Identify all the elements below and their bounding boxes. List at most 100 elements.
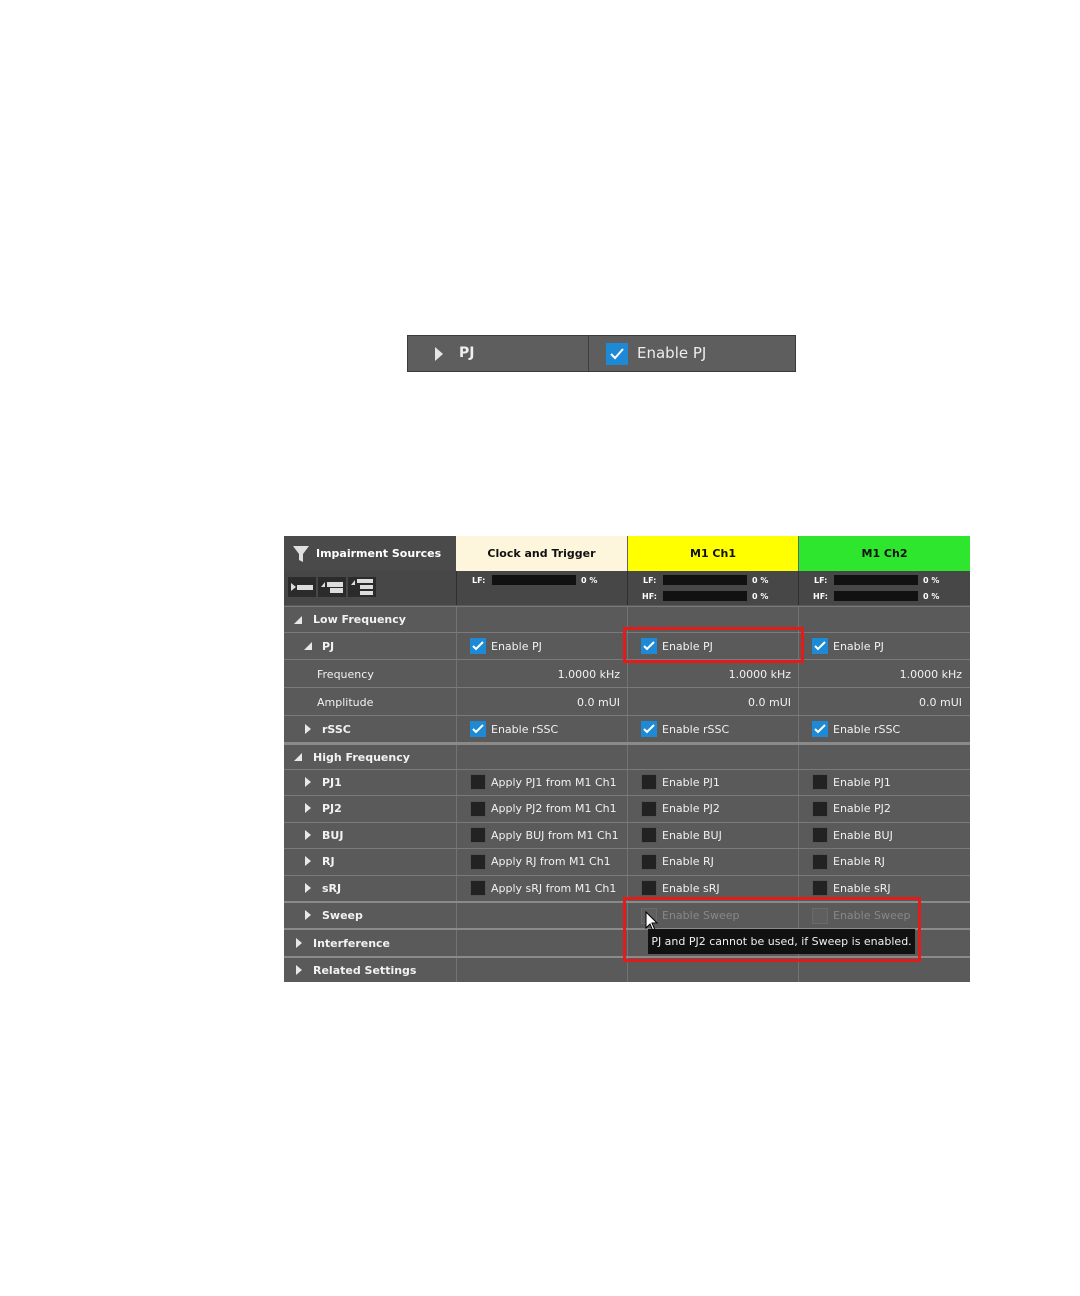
enable-rj-checkbox-ch1[interactable] xyxy=(641,854,657,870)
hf-meter-bar xyxy=(834,591,918,601)
row-label: PJ2 xyxy=(322,802,342,815)
row-pj2: PJ2 Apply PJ2 from M1 Ch1 Enable PJ2 Ena… xyxy=(284,795,970,822)
checkmark-icon xyxy=(814,641,826,651)
checkbox-label: Apply sRJ from M1 Ch1 xyxy=(491,882,617,895)
enable-pj-label: Enable PJ xyxy=(637,344,707,362)
amplitude-value-ch1[interactable]: 0.0 mUI xyxy=(748,696,791,709)
expand-arrow-icon[interactable] xyxy=(305,803,311,813)
apply-rj-checkbox[interactable] xyxy=(470,854,486,870)
frequency-value-clock[interactable]: 1.0000 kHz xyxy=(558,668,620,681)
apply-pj2-checkbox[interactable] xyxy=(470,801,486,817)
row-label: Amplitude xyxy=(317,696,374,709)
enable-pj2-checkbox-ch2[interactable] xyxy=(812,801,828,817)
checkbox-label: Enable sRJ xyxy=(833,882,891,895)
frequency-value-ch1[interactable]: 1.0000 kHz xyxy=(729,668,791,681)
expand-arrow-icon[interactable] xyxy=(305,724,311,734)
highlight-box-pj xyxy=(623,627,804,663)
section-label: Related Settings xyxy=(313,964,417,977)
enable-rssc-checkbox-ch1[interactable] xyxy=(641,721,657,737)
pj-section-cell[interactable]: PJ xyxy=(408,336,589,371)
filter-icon[interactable] xyxy=(292,545,310,563)
expand-arrow-icon[interactable] xyxy=(305,777,311,787)
lf-meter-bar xyxy=(663,575,747,585)
collapse-arrow-icon[interactable] xyxy=(304,642,312,650)
apply-srj-checkbox[interactable] xyxy=(470,880,486,896)
amplitude-value-ch2[interactable]: 0.0 mUI xyxy=(919,696,962,709)
enable-buj-checkbox-ch2[interactable] xyxy=(812,827,828,843)
apply-buj-checkbox[interactable] xyxy=(470,827,486,843)
amplitude-value-clock[interactable]: 0.0 mUI xyxy=(577,696,620,709)
expand-arrow-icon[interactable] xyxy=(296,965,302,975)
panel-title-cell: Impairment Sources xyxy=(284,536,456,571)
row-label: PJ1 xyxy=(322,776,342,789)
enable-pj-checkbox[interactable] xyxy=(606,343,628,365)
row-label: BUJ xyxy=(322,829,344,842)
pj-section-label: PJ xyxy=(459,345,475,361)
column-header-m1-ch1[interactable]: M1 Ch1 xyxy=(627,536,798,571)
checkbox-label: Apply BUJ from M1 Ch1 xyxy=(491,829,619,842)
enable-rssc-checkbox-ch2[interactable] xyxy=(812,721,828,737)
meter-cell-clock-trigger: LF: 0 % xyxy=(456,571,627,605)
checkbox-label: Enable BUJ xyxy=(662,829,722,842)
checkmark-icon xyxy=(610,348,624,360)
expand-arrow-icon[interactable] xyxy=(305,883,311,893)
checkbox-label: Enable PJ2 xyxy=(662,802,720,815)
enable-pj2-checkbox-ch1[interactable] xyxy=(641,801,657,817)
row-frequency: Frequency 1.0000 kHz 1.0000 kHz 1.0000 k… xyxy=(284,659,970,687)
hf-meter-value: 0 % xyxy=(923,592,940,601)
checkmark-icon xyxy=(472,724,484,734)
apply-pj1-checkbox[interactable] xyxy=(470,774,486,790)
hf-meter-bar xyxy=(663,591,747,601)
expand-arrow-icon[interactable] xyxy=(296,938,302,948)
hf-meter-label: HF: xyxy=(642,592,657,601)
checkbox-label: Enable PJ xyxy=(491,640,542,653)
expand-arrow-icon[interactable] xyxy=(305,856,311,866)
enable-buj-checkbox-ch1[interactable] xyxy=(641,827,657,843)
checkmark-icon xyxy=(643,724,655,734)
checkbox-label: Apply RJ from M1 Ch1 xyxy=(491,855,611,868)
checkbox-label: Enable PJ xyxy=(833,640,884,653)
enable-pj1-checkbox-ch1[interactable] xyxy=(641,774,657,790)
checkbox-label: Enable BUJ xyxy=(833,829,893,842)
checkbox-label: Enable rSSC xyxy=(662,723,730,736)
checkbox-label: Enable PJ1 xyxy=(833,776,891,789)
section-label: Interference xyxy=(313,937,391,950)
meter-cell-m1-ch1: LF: 0 % HF: 0 % xyxy=(627,571,798,605)
expand-all-icon[interactable] xyxy=(348,577,376,597)
hf-meter-value: 0 % xyxy=(752,592,769,601)
lf-meter-bar xyxy=(492,575,576,585)
lf-meter-label: LF: xyxy=(643,576,657,585)
expand-arrow-icon[interactable] xyxy=(435,347,443,361)
enable-srj-checkbox-ch1[interactable] xyxy=(641,880,657,896)
row-label: rSSC xyxy=(322,723,351,736)
expand-level-icon[interactable] xyxy=(318,577,346,597)
column-header-clock-trigger[interactable]: Clock and Trigger xyxy=(456,536,627,571)
meter-cell-m1-ch2: LF: 0 % HF: 0 % xyxy=(798,571,970,605)
section-row-high-frequency[interactable]: High Frequency xyxy=(284,742,970,769)
expand-arrow-icon[interactable] xyxy=(305,910,311,920)
hf-meter-label: HF: xyxy=(813,592,828,601)
collapse-arrow-icon[interactable] xyxy=(294,616,302,624)
lf-meter-value: 0 % xyxy=(923,576,940,585)
enable-pj-checkbox-clock[interactable] xyxy=(470,638,486,654)
column-header-m1-ch2[interactable]: M1 Ch2 xyxy=(798,536,970,571)
checkbox-label: Enable PJ1 xyxy=(662,776,720,789)
collapse-arrow-icon[interactable] xyxy=(294,753,302,761)
enable-rj-checkbox-ch2[interactable] xyxy=(812,854,828,870)
checkbox-label: Enable RJ xyxy=(662,855,714,868)
enable-rssc-checkbox-clock[interactable] xyxy=(470,721,486,737)
enable-pj1-checkbox-ch2[interactable] xyxy=(812,774,828,790)
pj-enable-bar: PJ Enable PJ xyxy=(407,335,796,372)
lf-meter-label: LF: xyxy=(814,576,828,585)
frequency-value-ch2[interactable]: 1.0000 kHz xyxy=(900,668,962,681)
collapse-all-icon[interactable] xyxy=(288,577,316,597)
row-label: sRJ xyxy=(322,882,342,895)
row-rssc: rSSC Enable rSSC Enable rSSC Enable rSSC xyxy=(284,715,970,742)
checkbox-label: Apply PJ1 from M1 Ch1 xyxy=(491,776,617,789)
enable-srj-checkbox-ch2[interactable] xyxy=(812,880,828,896)
row-amplitude: Amplitude 0.0 mUI 0.0 mUI 0.0 mUI xyxy=(284,687,970,715)
enable-pj-checkbox-ch2[interactable] xyxy=(812,638,828,654)
expand-arrow-icon[interactable] xyxy=(305,830,311,840)
sweep-tooltip: PJ and PJ2 cannot be used, if Sweep is e… xyxy=(648,929,915,954)
checkmark-icon xyxy=(814,724,826,734)
